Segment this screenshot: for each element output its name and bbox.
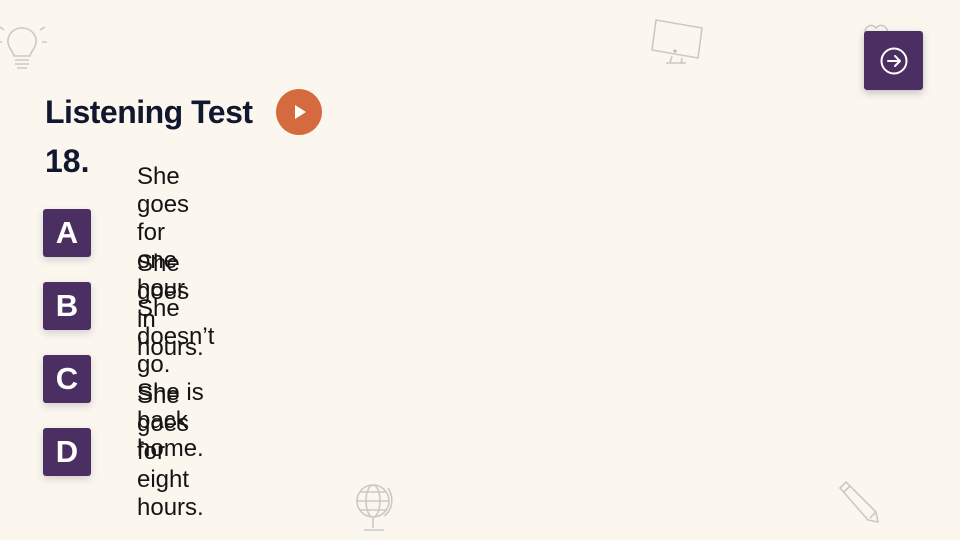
pencil-icon <box>838 480 880 524</box>
title-row: Listening Test <box>45 89 322 135</box>
play-icon <box>294 105 306 119</box>
option-b[interactable]: B She goes in hours. <box>43 250 204 361</box>
question-number: 18. <box>45 143 90 179</box>
option-letter[interactable]: A <box>43 209 91 257</box>
next-button[interactable] <box>864 31 923 90</box>
lightbulb-icon <box>0 26 47 69</box>
option-d[interactable]: D She goes for eight hours. <box>43 382 204 521</box>
option-letter[interactable]: B <box>43 282 91 330</box>
globe-icon <box>356 484 393 531</box>
option-letter[interactable]: C <box>43 355 91 403</box>
page-title: Listening Test <box>45 93 253 130</box>
answer-options: A She goes for one hour. B She goes in h… <box>43 163 214 521</box>
option-letter[interactable]: D <box>43 428 91 476</box>
option-c[interactable]: C She doesn’t go. She is back home. <box>43 295 214 462</box>
arrow-right-circle-icon <box>880 47 907 74</box>
play-button[interactable] <box>275 89 322 135</box>
option-text[interactable]: She goes for eight hours. <box>137 382 204 522</box>
option-a[interactable]: A She goes for one hour. <box>43 163 190 302</box>
monitor-icon <box>651 19 703 65</box>
